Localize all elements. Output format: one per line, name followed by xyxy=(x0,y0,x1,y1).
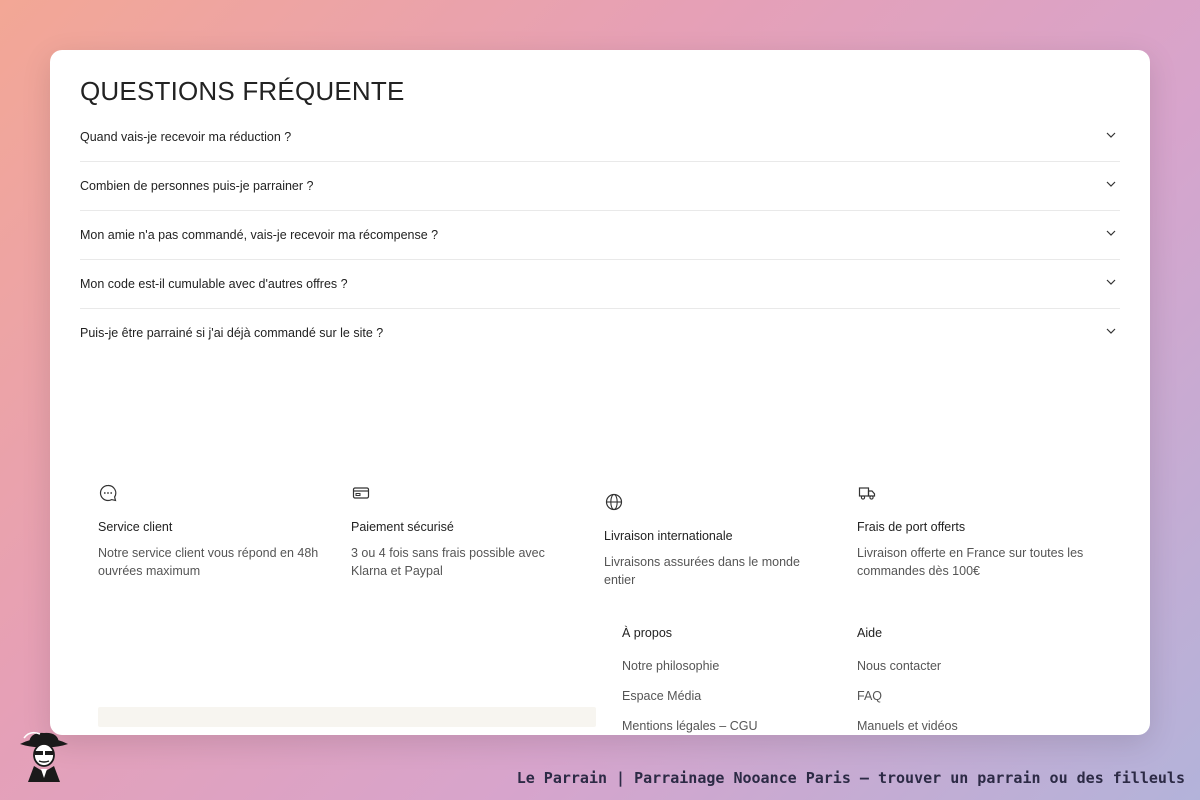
chevron-down-icon xyxy=(1106,279,1116,285)
newsletter-input-box[interactable] xyxy=(98,707,596,727)
faq-item[interactable]: Puis-je être parrainé si j'ai déjà comma… xyxy=(80,309,1120,357)
feature-paiement: Paiement sécurisé 3 ou 4 fois sans frais… xyxy=(351,483,581,580)
faq-list: Quand vais-je recevoir ma réduction ? Co… xyxy=(80,113,1120,357)
feature-frais-port: Frais de port offerts Livraison offerte … xyxy=(857,483,1087,580)
chevron-down-icon xyxy=(1106,181,1116,187)
faq-item[interactable]: Combien de personnes puis-je parrainer ? xyxy=(80,162,1120,211)
footer-link-manuels[interactable]: Manuels et vidéos xyxy=(857,719,1057,735)
faq-question: Combien de personnes puis-je parrainer ? xyxy=(80,179,314,193)
feature-title: Frais de port offerts xyxy=(857,520,966,534)
chevron-down-icon xyxy=(1106,132,1116,138)
chevron-down-icon xyxy=(1106,230,1116,236)
footer-link-faq[interactable]: FAQ xyxy=(857,689,1057,719)
faq-question: Mon amie n'a pas commandé, vais-je recev… xyxy=(80,228,439,242)
faq-question: Quand vais-je recevoir ma réduction ? xyxy=(80,130,292,144)
faq-question: Puis-je être parrainé si j'ai déjà comma… xyxy=(80,326,384,340)
feature-description: Livraison offerte en France sur toutes l… xyxy=(857,546,1084,578)
chevron-down-icon xyxy=(1106,328,1116,334)
faq-item[interactable]: Quand vais-je recevoir ma réduction ? xyxy=(80,113,1120,162)
footer-link-mentions[interactable]: Mentions légales – CGU xyxy=(622,719,822,735)
watermark-caption: Le Parrain | Parrainage Nooance Paris — … xyxy=(516,769,1185,787)
feature-service-client: Service client Notre service client vous… xyxy=(98,483,328,580)
parrain-logo-icon xyxy=(20,731,68,782)
feature-description: 3 ou 4 fois sans frais possible avec Kla… xyxy=(351,546,545,578)
footer-link-contact[interactable]: Nous contacter xyxy=(857,659,1057,689)
faq-title: QUESTIONS FRÉQUENTE xyxy=(80,76,405,106)
footer-col-apropos: À propos Notre philosophie Espace Média … xyxy=(622,626,822,735)
footer-heading: Aide xyxy=(857,626,883,640)
feature-title: Service client xyxy=(98,520,173,534)
feature-description: Livraisons assurées dans le monde entier xyxy=(604,555,800,587)
feature-livraison-internationale: Livraison internationale Livraisons assu… xyxy=(604,492,834,589)
feature-description: Notre service client vous répond en 48h … xyxy=(98,546,319,578)
globe-icon xyxy=(605,493,623,511)
faq-item[interactable]: Mon amie n'a pas commandé, vais-je recev… xyxy=(80,211,1120,260)
truck-icon xyxy=(858,487,876,500)
footer-link-media[interactable]: Espace Média xyxy=(622,689,822,719)
content-card: QUESTIONS FRÉQUENTE Quand vais-je recevo… xyxy=(50,50,1150,735)
chat-bubble-icon xyxy=(99,484,117,502)
credit-card-icon xyxy=(352,487,370,499)
faq-question: Mon code est-il cumulable avec d'autres … xyxy=(80,277,348,291)
feature-title: Paiement sécurisé xyxy=(351,520,454,534)
footer-heading: À propos xyxy=(622,626,673,640)
feature-title: Livraison internationale xyxy=(604,529,733,543)
faq-item[interactable]: Mon code est-il cumulable avec d'autres … xyxy=(80,260,1120,309)
footer-col-aide: Aide Nous contacter FAQ Manuels et vidéo… xyxy=(857,626,1057,735)
footer-link-philosophie[interactable]: Notre philosophie xyxy=(622,659,822,689)
